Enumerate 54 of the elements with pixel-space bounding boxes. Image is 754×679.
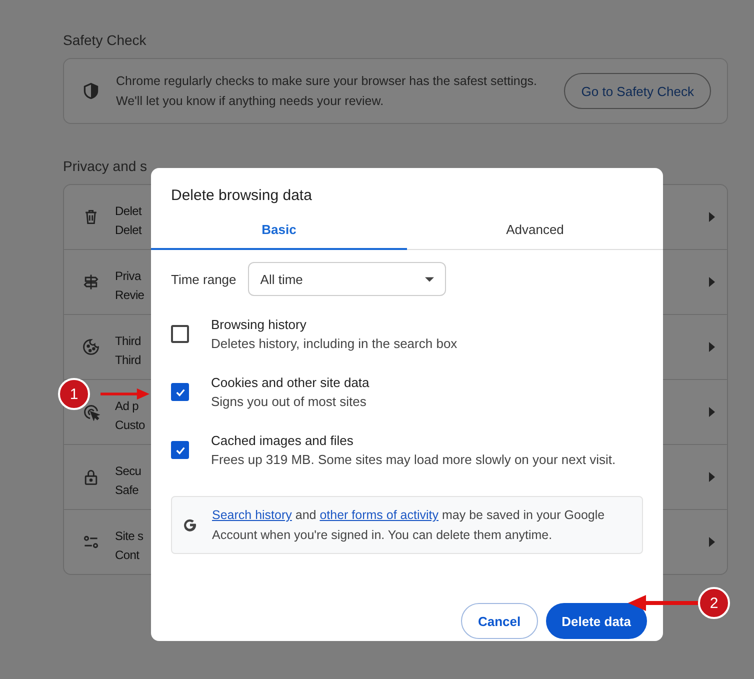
section-heading: Safety Check [63,32,148,50]
setting-description: Custo [115,417,145,434]
checkbox[interactable] [171,383,189,401]
setting-title: Ad p [115,398,138,415]
check-icon [174,444,186,456]
chevron-icon[interactable] [709,212,715,222]
time-range-label: Time range [171,272,236,286]
sliders-icon [82,533,100,551]
link[interactable]: Search history [212,508,292,522]
chevron-icon[interactable] [709,472,715,482]
option-description: Signs you out of most sites [211,393,368,411]
info-text: Search history and other forms of activity may be saved in your Google Account when you're signed in. You can delete them anytime. [212,507,606,544]
safety-check-text: We'll let you know if anything needs your review. [116,93,385,110]
chevron-icon[interactable] [709,342,715,352]
tab[interactable]: Basic [151,215,407,250]
option-description: Frees up 319 MB. Some sites may load more slowly on your next visit. [211,451,616,469]
time-range-dropdown[interactable]: All time [248,262,446,296]
option-title: Browsing history [211,316,308,334]
setting-description: Cont [115,547,140,564]
lock-icon [82,468,100,486]
chevron-icon[interactable] [709,407,715,417]
option-title: Cookies and other site data [211,374,370,392]
safety-check-text: Chrome regularly checks to make sure your browser has the safest settings. [116,73,538,90]
setting-description: Revie [115,287,144,304]
target-icon [82,403,100,421]
chevron-icon[interactable] [709,277,715,287]
tab[interactable]: Advanced [407,215,663,250]
section-heading: Privacy and s [63,158,148,176]
checkbox[interactable] [171,325,189,343]
signpost-icon [82,273,100,291]
setting-title: Secu [115,463,142,480]
arrow-icon [628,593,698,613]
caret-icon [425,276,434,282]
setting-title: Third [115,333,141,350]
chevron-icon[interactable] [709,537,715,547]
g-logo-icon [182,517,198,533]
checkbox[interactable] [171,441,189,459]
check-icon [174,386,186,398]
setting-description: Third [115,352,141,369]
setting-title: Site s [115,528,144,545]
cancel-button[interactable]: Cancel [460,603,538,639]
dialog-title: Delete browsing data [170,186,313,206]
setting-description: Delet [115,222,142,239]
shield-icon [82,82,100,100]
safety-check-button[interactable]: Go to Safety Check [564,73,711,109]
link[interactable]: other forms of activity [320,508,439,522]
setting-description: Safe [115,482,138,499]
cookie-icon [82,338,100,356]
setting-title: Priva [115,268,141,285]
callout-badge: 2 [698,587,730,619]
option-description: Deletes history, including in the search box [211,335,458,353]
option-title: Cached images and files [211,432,354,450]
delete-button[interactable]: Delete data [546,603,647,639]
setting-title: Delet [115,203,142,220]
